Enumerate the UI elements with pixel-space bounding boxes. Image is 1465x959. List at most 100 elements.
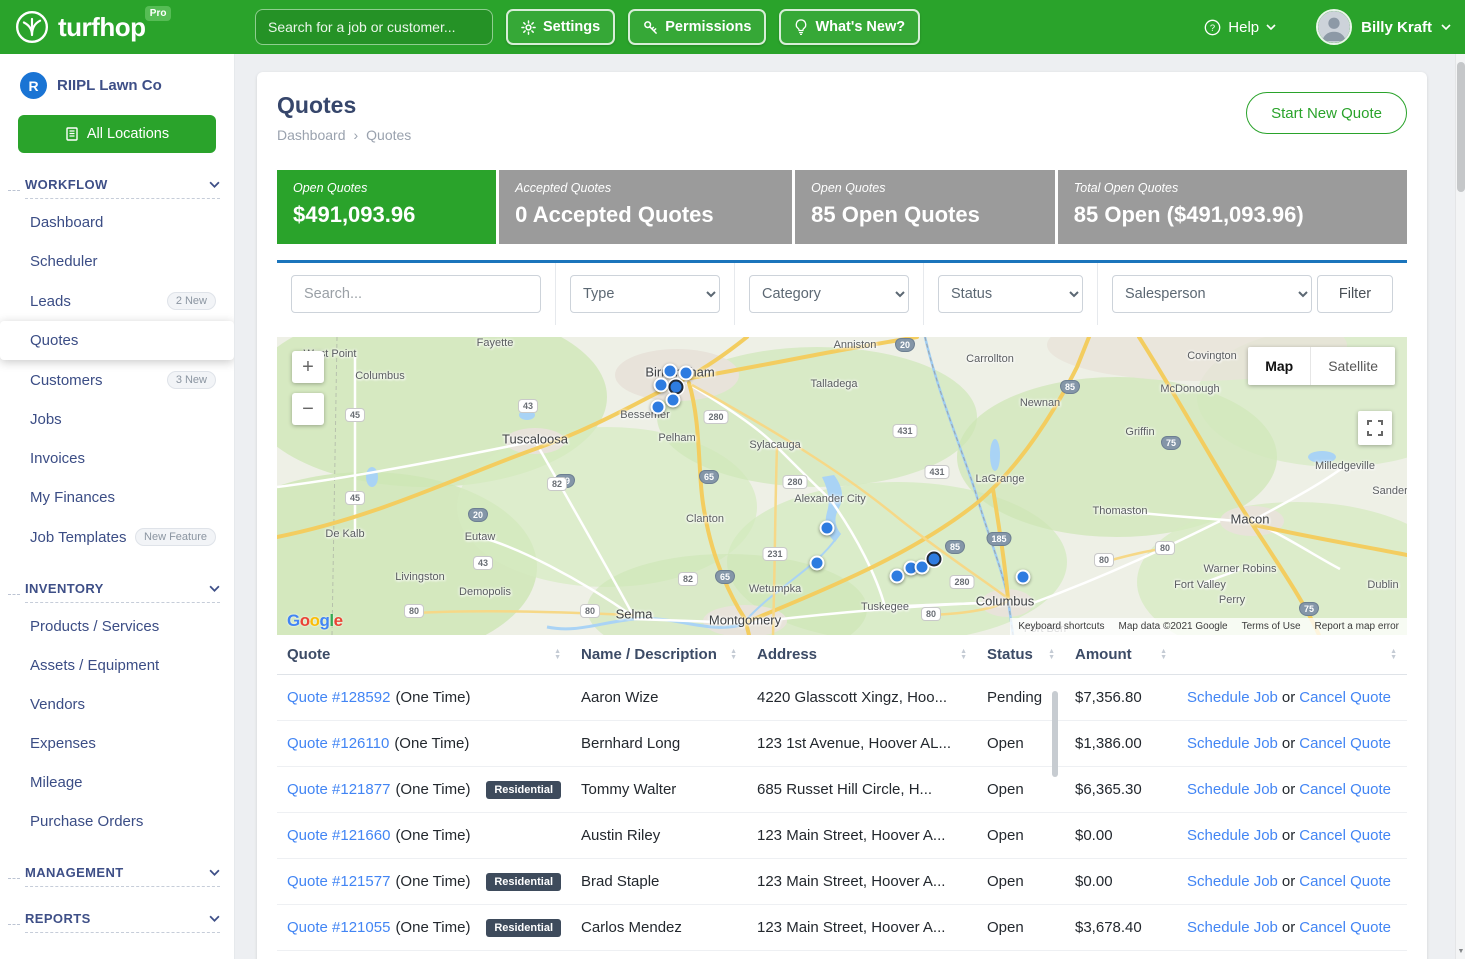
- sort-icon[interactable]: [960, 649, 967, 661]
- sidebar-item-job-templates[interactable]: Job TemplatesNew Feature: [0, 517, 234, 557]
- map-marker[interactable]: [810, 556, 825, 571]
- sort-icon[interactable]: [730, 649, 737, 661]
- sidebar-item-leads[interactable]: Leads2 New: [0, 281, 234, 321]
- quote-link[interactable]: Quote #128592: [287, 689, 390, 706]
- sidebar-section-management[interactable]: MANAGEMENT: [8, 865, 220, 887]
- stat-value: $491,093.96: [293, 202, 480, 228]
- help-menu[interactable]: ? Help: [1204, 19, 1276, 36]
- sidebar-item-expenses[interactable]: Expenses: [0, 724, 234, 763]
- sidebar-item-invoices[interactable]: Invoices: [0, 439, 234, 478]
- settings-button[interactable]: Settings: [506, 9, 615, 45]
- breadcrumb-dashboard[interactable]: Dashboard: [277, 127, 346, 143]
- sidebar-item-vendors[interactable]: Vendors: [0, 685, 234, 724]
- sidebar-item-label: Vendors: [30, 696, 85, 713]
- map-canvas[interactable]: + − Map Satellite Google Keyboard shortc…: [277, 337, 1407, 635]
- page-scrollbar[interactable]: ▼: [1455, 54, 1465, 959]
- salesperson-select[interactable]: Salesperson: [1112, 275, 1312, 313]
- map-marker[interactable]: [666, 393, 681, 408]
- cancel-quote-link[interactable]: Cancel Quote: [1299, 919, 1391, 936]
- quote-link[interactable]: Quote #126110: [287, 735, 389, 752]
- app-logo[interactable]: turfhopPro: [14, 9, 242, 45]
- sidebar-section-inventory[interactable]: INVENTORY: [8, 581, 220, 603]
- company-selector[interactable]: R RIIPL Lawn Co: [0, 54, 234, 111]
- map-marker[interactable]: [1016, 570, 1031, 585]
- sidebar-section-workflow[interactable]: WORKFLOW: [8, 177, 220, 199]
- global-search-input[interactable]: [255, 9, 493, 45]
- quotes-search-input[interactable]: [291, 275, 541, 313]
- type-select[interactable]: Type: [570, 275, 720, 313]
- category-select[interactable]: Category: [749, 275, 909, 313]
- fullscreen-button[interactable]: [1358, 411, 1392, 445]
- amount: $3,678.40: [1065, 919, 1177, 936]
- column-header-name[interactable]: Name / Description: [571, 646, 747, 663]
- schedule-job-link[interactable]: Schedule Job: [1187, 827, 1278, 844]
- map-marker[interactable]: [890, 569, 905, 584]
- column-header-amount[interactable]: Amount: [1065, 646, 1177, 663]
- sort-icon[interactable]: [1390, 649, 1397, 661]
- sidebar-section-reports[interactable]: REPORTS: [8, 911, 220, 933]
- cancel-quote-link[interactable]: Cancel Quote: [1299, 827, 1391, 844]
- keyboard-shortcuts-link[interactable]: Keyboard shortcuts: [1018, 621, 1104, 632]
- quote-link[interactable]: Quote #121577: [287, 873, 390, 890]
- locations-icon: [65, 127, 79, 141]
- cancel-quote-link[interactable]: Cancel Quote: [1299, 735, 1391, 752]
- all-locations-button[interactable]: All Locations: [18, 115, 216, 153]
- cancel-quote-link[interactable]: Cancel Quote: [1299, 873, 1391, 890]
- quote-link[interactable]: Quote #121877: [287, 781, 390, 798]
- sort-icon[interactable]: [1048, 649, 1055, 661]
- sidebar-item-purchase-orders[interactable]: Purchase Orders: [0, 802, 234, 841]
- zoom-out-button[interactable]: −: [292, 393, 324, 425]
- sidebar-item-label: Customers: [30, 372, 103, 389]
- zoom-in-button[interactable]: +: [292, 351, 324, 383]
- status-select[interactable]: Status: [938, 275, 1083, 313]
- cancel-quote-link[interactable]: Cancel Quote: [1299, 781, 1391, 798]
- table-scrollbar[interactable]: [1052, 691, 1058, 777]
- status: Open: [977, 781, 1065, 798]
- scrollbar-thumb[interactable]: [1457, 62, 1465, 192]
- sidebar-item-products-services[interactable]: Products / Services: [0, 607, 234, 646]
- schedule-job-link[interactable]: Schedule Job: [1187, 689, 1278, 706]
- sidebar-item-dashboard[interactable]: Dashboard: [0, 203, 234, 242]
- schedule-job-link[interactable]: Schedule Job: [1187, 919, 1278, 936]
- map-marker[interactable]: [651, 400, 666, 415]
- satellite-view-button[interactable]: Satellite: [1311, 347, 1395, 385]
- column-header-status[interactable]: Status: [977, 646, 1065, 663]
- start-new-quote-button[interactable]: Start New Quote: [1246, 92, 1407, 134]
- schedule-job-link[interactable]: Schedule Job: [1187, 781, 1278, 798]
- column-header-actions[interactable]: [1177, 649, 1407, 661]
- map-type-toggle: Map Satellite: [1248, 347, 1395, 385]
- cancel-quote-link[interactable]: Cancel Quote: [1299, 689, 1391, 706]
- stat-total-open: Total Open Quotes 85 Open ($491,093.96): [1058, 170, 1407, 244]
- column-header-address[interactable]: Address: [747, 646, 977, 663]
- sidebar-item-my-finances[interactable]: My Finances: [0, 478, 234, 517]
- schedule-job-link[interactable]: Schedule Job: [1187, 735, 1278, 752]
- user-menu[interactable]: Billy Kraft: [1316, 9, 1451, 45]
- sidebar-item-mileage[interactable]: Mileage: [0, 763, 234, 802]
- map-marker[interactable]: [654, 378, 669, 393]
- whats-new-button[interactable]: What's New?: [779, 9, 920, 45]
- quote-link[interactable]: Quote #121660: [287, 827, 390, 844]
- sort-icon[interactable]: [554, 649, 561, 661]
- table-row: Quote #128592(One Time) Aaron Wize 4220 …: [277, 675, 1407, 721]
- sidebar-item-quotes[interactable]: Quotes: [0, 321, 234, 360]
- map-view-button[interactable]: Map: [1248, 347, 1311, 385]
- sidebar-item-label: Purchase Orders: [30, 813, 143, 830]
- schedule-job-link[interactable]: Schedule Job: [1187, 873, 1278, 890]
- map-marker[interactable]: [820, 521, 835, 536]
- sidebar-item-assets-equipment[interactable]: Assets / Equipment: [0, 646, 234, 685]
- map-marker[interactable]: [927, 552, 942, 567]
- sort-icon[interactable]: [1160, 649, 1167, 661]
- residential-badge: Residential: [486, 781, 561, 799]
- filter-button[interactable]: Filter: [1317, 275, 1393, 313]
- permissions-button[interactable]: Permissions: [628, 9, 766, 45]
- report-map-error-link[interactable]: Report a map error: [1315, 621, 1399, 632]
- sidebar-item-jobs[interactable]: Jobs: [0, 400, 234, 439]
- quote-link[interactable]: Quote #121055: [287, 919, 390, 936]
- map-marker[interactable]: [679, 366, 694, 381]
- sidebar-item-customers[interactable]: Customers3 New: [0, 360, 234, 400]
- terms-of-use-link[interactable]: Terms of Use: [1242, 621, 1301, 632]
- scroll-down-arrow[interactable]: ▼: [1456, 944, 1465, 959]
- sidebar-item-scheduler[interactable]: Scheduler: [0, 242, 234, 281]
- column-header-quote[interactable]: Quote: [277, 646, 571, 663]
- map-marker[interactable]: [663, 364, 678, 379]
